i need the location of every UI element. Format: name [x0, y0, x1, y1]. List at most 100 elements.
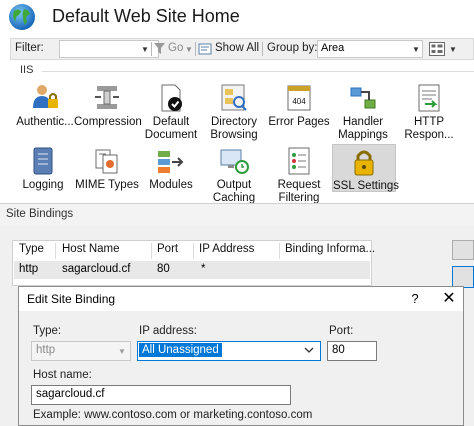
cell-ip-address: *: [201, 263, 206, 275]
bindings-side-button-focused[interactable]: [452, 266, 474, 288]
feature-label: Directory: [210, 116, 257, 128]
filter-dropdown-icon[interactable]: ▼: [141, 45, 149, 54]
compression-vise-icon: [95, 86, 119, 109]
error-code-text: 404: [292, 97, 306, 106]
toolbar-separator: [151, 42, 152, 56]
column-separator: [151, 243, 152, 259]
toolbar-separator: [195, 42, 196, 56]
show-all-icon: [198, 43, 212, 55]
edit-site-binding-dialog: Edit Site Binding ? ✕ Type: http ▼ IP ad…: [18, 286, 464, 426]
column-header-port[interactable]: Port: [157, 243, 178, 255]
users-lock-icon: [33, 85, 58, 108]
feature-label: Output: [216, 179, 252, 191]
logging-icon: [33, 147, 53, 175]
type-value: http: [36, 344, 56, 356]
column-header-ip-address[interactable]: IP Address: [199, 243, 254, 255]
feature-modules[interactable]: Modules: [138, 145, 204, 192]
page-title: Default Web Site Home: [52, 6, 240, 26]
host-name-input[interactable]: sagarcloud.cf: [31, 385, 291, 405]
feature-output-caching[interactable]: Output Caching: [201, 145, 267, 205]
view-toggle-icon[interactable]: [429, 42, 445, 56]
feature-label: Error Pages: [268, 116, 330, 128]
handler-mappings-icon: [350, 87, 376, 109]
site-bindings-title: Site Bindings: [6, 208, 74, 220]
feature-label: Default: [152, 116, 190, 128]
section-divider: [42, 71, 474, 72]
host-name-example: Example: www.contoso.com or marketing.co…: [33, 409, 313, 421]
feature-label: Logging: [22, 179, 64, 191]
bindings-side-button[interactable]: [452, 240, 474, 260]
help-button[interactable]: ?: [405, 290, 425, 308]
feature-label: HTTP: [413, 116, 445, 128]
feature-label: Request: [277, 179, 321, 191]
show-all-button[interactable]: Show All: [215, 42, 259, 54]
column-separator: [279, 243, 280, 259]
feature-handler-mappings[interactable]: Handler Mappings: [330, 82, 396, 142]
ssl-lock-icon: [354, 150, 374, 176]
column-separator: [55, 243, 56, 259]
feature-label: Mappings: [338, 129, 388, 141]
dialog-title: Edit Site Binding: [27, 292, 116, 306]
feature-logging[interactable]: Logging: [10, 145, 76, 192]
column-header-host-name[interactable]: Host Name: [62, 243, 120, 255]
feature-request-filtering[interactable]: Request Filtering: [266, 145, 332, 205]
group-by-value: Area: [321, 42, 345, 54]
directory-browsing-icon: [221, 84, 247, 111]
filter-toolbar: Filter: ▼ Go ▼ Show All Group by: Area ▼…: [10, 38, 474, 60]
port-value: 80: [332, 344, 345, 356]
section-label: IIS: [20, 64, 34, 76]
host-name-value: sagarcloud.cf: [36, 388, 105, 400]
feature-label: Document: [144, 129, 198, 141]
group-by-label: Group by:: [267, 42, 318, 54]
go-button[interactable]: Go: [168, 42, 183, 54]
globe-icon: [9, 4, 35, 30]
http-response-icon: [418, 84, 440, 112]
column-header-type[interactable]: Type: [19, 243, 44, 255]
feature-http-response-headers[interactable]: HTTP Respon...: [396, 82, 462, 142]
feature-authentication[interactable]: Authentic...: [12, 82, 78, 129]
feature-label: MIME Types: [75, 179, 139, 191]
filter-label: Filter:: [15, 42, 44, 54]
feature-directory-browsing[interactable]: Directory Browsing: [201, 82, 267, 142]
request-filtering-icon: [288, 147, 310, 175]
output-caching-icon: [220, 149, 249, 174]
feature-label: Browsing: [210, 129, 258, 141]
cell-port: 80: [157, 263, 170, 275]
default-document-icon: [161, 84, 182, 112]
host-name-label: Host name:: [33, 369, 92, 381]
column-header-binding-information[interactable]: Binding Informa...: [285, 243, 375, 255]
ip-address-label: IP address:: [139, 325, 197, 337]
port-label: Port:: [329, 325, 354, 337]
view-dropdown-icon[interactable]: ▼: [449, 45, 457, 54]
cell-host-name: sagarcloud.cf: [62, 263, 131, 275]
feature-ssl-settings[interactable]: SSL Settings: [332, 144, 400, 192]
chevron-down-icon: ▼: [118, 347, 126, 356]
modules-icon: [158, 151, 184, 173]
header: Default Web Site Home: [0, 0, 474, 36]
feature-label: Modules: [149, 179, 193, 191]
chevron-down-icon: ▼: [412, 45, 420, 54]
group-by-select[interactable]: Area ▼: [317, 40, 423, 58]
feature-error-pages[interactable]: 404 Error Pages: [266, 82, 332, 129]
error-404-icon: 404: [287, 85, 311, 111]
type-select[interactable]: http ▼: [31, 341, 131, 361]
feature-label: Handler: [342, 116, 384, 128]
mime-types-icon: [95, 149, 118, 174]
feature-compression[interactable]: Compression: [74, 82, 142, 129]
close-icon[interactable]: ✕: [439, 290, 459, 308]
site-bindings-titlebar: Site Bindings: [0, 203, 474, 226]
go-dropdown-icon[interactable]: ▼: [185, 45, 193, 54]
feature-default-document[interactable]: Default Document: [138, 82, 204, 142]
cell-type: http: [19, 263, 39, 275]
funnel-icon: [154, 43, 165, 54]
feature-label: SSL Settings: [333, 180, 400, 192]
port-input[interactable]: 80: [327, 341, 377, 361]
dialog-titlebar: Edit Site Binding ? ✕: [19, 287, 463, 311]
bindings-table[interactable]: Type Host Name Port IP Address Binding I…: [12, 240, 375, 286]
chevron-down-icon: [304, 347, 314, 353]
table-row[interactable]: http sagarcloud.cf 80 *: [14, 261, 370, 279]
ip-address-select[interactable]: All Unassigned: [137, 341, 321, 361]
feature-label: Compression: [74, 116, 142, 128]
feature-mime-types[interactable]: MIME Types: [74, 145, 140, 192]
ip-address-value: All Unassigned: [139, 343, 222, 357]
